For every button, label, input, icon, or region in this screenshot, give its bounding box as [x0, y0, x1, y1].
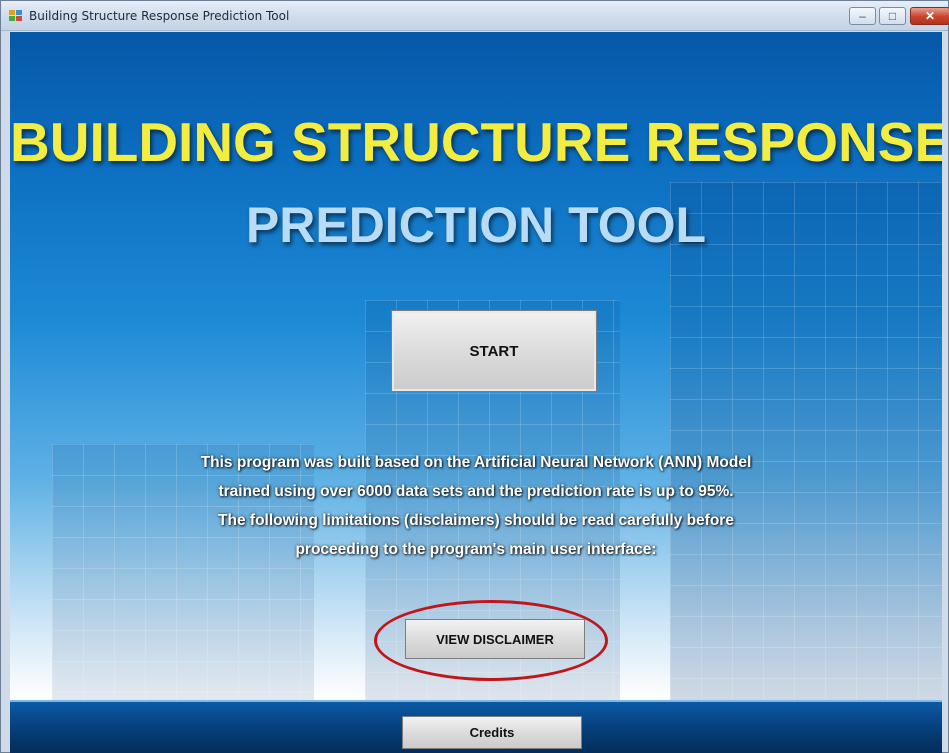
close-icon: ✕	[924, 9, 936, 23]
page-title: BUILDING STRUCTURE RESPONSE	[10, 111, 942, 173]
background-grid	[670, 182, 942, 702]
minimize-icon: –	[859, 9, 866, 23]
view-disclaimer-button[interactable]: VIEW DISCLAIMER	[405, 619, 585, 659]
window-title: Building Structure Response Prediction T…	[29, 9, 290, 23]
main-panel: BUILDING STRUCTURE RESPONSE PREDICTION T…	[10, 32, 942, 753]
description-line: This program was built based on the Arti…	[200, 454, 752, 471]
title-bar[interactable]: Building Structure Response Prediction T…	[1, 1, 949, 31]
maximize-button[interactable]: □	[879, 7, 906, 25]
start-button[interactable]: START	[391, 310, 597, 392]
maximize-icon: □	[888, 9, 897, 23]
minimize-button[interactable]: –	[849, 7, 876, 25]
description-line: The following limitations (disclaimers) …	[218, 512, 734, 529]
credits-button[interactable]: Credits	[402, 716, 582, 749]
description-line: trained using over 6000 data sets and th…	[218, 483, 734, 500]
description-line: proceeding to the program's main user in…	[295, 541, 657, 558]
app-window: Building Structure Response Prediction T…	[0, 0, 949, 753]
close-button[interactable]: ✕	[910, 7, 949, 25]
app-icon	[9, 10, 23, 22]
page-subtitle: PREDICTION TOOL	[245, 197, 707, 253]
description-text: This program was built based on the Arti…	[70, 448, 882, 564]
